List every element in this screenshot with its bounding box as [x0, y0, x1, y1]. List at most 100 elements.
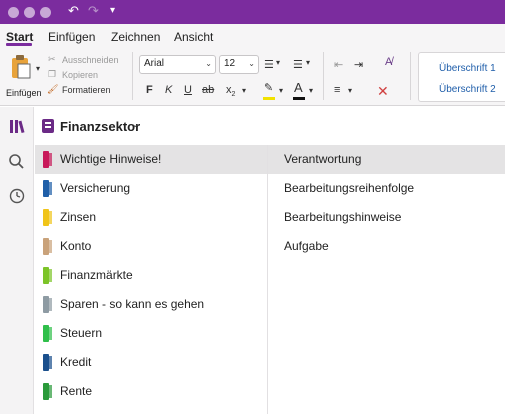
cut-button[interactable]: Ausschneiden	[62, 55, 119, 65]
section-item[interactable]: Versicherung	[35, 174, 267, 203]
copy-button[interactable]: Kopieren	[62, 70, 98, 80]
highlight-color-bar	[263, 97, 275, 100]
page-item[interactable]: Verantwortung	[268, 145, 505, 174]
decrease-indent-icon[interactable]: ⇤	[334, 58, 343, 71]
clipboard-icon	[12, 55, 31, 79]
zoom-window-button[interactable]	[40, 7, 51, 18]
section-color-tab	[43, 383, 52, 400]
active-tab-indicator	[6, 43, 32, 46]
title-bar: ↶ ↷ ▾	[0, 0, 505, 24]
font-size-select[interactable]: 12 ⌄	[219, 55, 259, 74]
font-color-dropdown-icon[interactable]: ▾	[309, 86, 313, 95]
section-color-tab	[43, 354, 52, 371]
notebook-icon	[42, 119, 54, 133]
style-heading-1[interactable]: Überschrift 1	[439, 63, 496, 74]
numbered-list-icon[interactable]: ☰	[293, 58, 303, 71]
section-item[interactable]: Sparen - so kann es gehen	[35, 290, 267, 319]
align-dropdown-icon[interactable]: ▾	[348, 86, 352, 95]
ribbon-divider	[132, 52, 133, 100]
ribbon-divider	[410, 52, 411, 100]
undo-icon[interactable]: ↶	[68, 3, 79, 19]
page-label: Bearbeitungsreihenfolge	[284, 181, 415, 195]
section-color-tab	[43, 180, 52, 197]
strikethrough-button[interactable]: ab	[202, 84, 214, 96]
section-item[interactable]: Wichtige Hinweise!	[35, 145, 267, 174]
italic-button[interactable]: K	[165, 84, 172, 96]
recent-notes-icon[interactable]	[7, 186, 27, 206]
format-painter-button[interactable]: Formatieren	[62, 85, 111, 95]
section-label: Konto	[60, 239, 92, 253]
page-label: Bearbeitungshinweise	[284, 210, 402, 224]
section-item[interactable]: Rente	[35, 377, 267, 406]
section-color-tab	[43, 325, 52, 342]
section-color-tab	[43, 209, 52, 226]
chevron-down-icon: ⌄	[205, 59, 212, 68]
page-item[interactable]: Bearbeitungsreihenfolge	[268, 174, 505, 203]
section-label: Versicherung	[60, 181, 131, 195]
page-label: Aufgabe	[284, 239, 329, 253]
section-item[interactable]: Kredit	[35, 348, 267, 377]
subscript-dropdown-icon[interactable]: ▾	[242, 86, 246, 95]
notebook-selector[interactable]: Finanzsektor ⌄	[35, 107, 505, 145]
section-color-tab	[43, 267, 52, 284]
increase-indent-icon[interactable]: ⇥	[354, 58, 363, 71]
page-item[interactable]: Aufgabe	[268, 232, 505, 261]
clear-formatting-icon[interactable]: A̸	[385, 56, 392, 68]
section-item[interactable]: Steuern	[35, 319, 267, 348]
minimize-window-button[interactable]	[24, 7, 35, 18]
section-color-tab	[43, 151, 52, 168]
section-color-tab	[43, 296, 52, 313]
tab-zeichnen[interactable]: Zeichnen	[111, 30, 160, 44]
tab-ansicht[interactable]: Ansicht	[174, 30, 213, 44]
style-heading-2[interactable]: Überschrift 2	[439, 84, 496, 95]
section-label: Zinsen	[60, 210, 97, 224]
navigation-rail	[0, 107, 34, 414]
section-item[interactable]: Finanzmärkte	[35, 261, 267, 290]
section-label: Wichtige Hinweise!	[60, 152, 162, 166]
section-label: Rente	[60, 384, 93, 398]
bullet-list-icon[interactable]: ☰	[264, 58, 274, 71]
search-icon[interactable]	[7, 152, 27, 172]
format-painter-icon: 🖌	[47, 84, 59, 94]
page-label: Verantwortung	[284, 152, 362, 166]
section-label: Steuern	[60, 326, 103, 340]
subscript-button[interactable]: x2	[226, 84, 235, 98]
delete-icon[interactable]: ✕	[377, 83, 389, 100]
section-item[interactable]: Zinsen	[35, 203, 267, 232]
tab-einfuegen[interactable]: Einfügen	[48, 30, 95, 44]
numbered-list-dropdown-icon[interactable]: ▾	[306, 58, 310, 67]
section-list: Wichtige Hinweise! Versicherung Zinsen K…	[35, 145, 267, 414]
section-label: Kredit	[60, 355, 92, 369]
underline-button[interactable]: U	[184, 84, 192, 96]
paste-button[interactable]: Einfügen	[4, 52, 44, 100]
notebooks-icon[interactable]	[7, 117, 27, 137]
highlighter-icon[interactable]: ✎	[264, 81, 273, 94]
redo-icon[interactable]: ↷	[88, 3, 99, 19]
quick-access-menu-icon[interactable]: ▾	[110, 3, 115, 19]
section-label: Sparen - so kann es gehen	[60, 297, 205, 311]
scissors-icon: ✂	[48, 54, 56, 64]
font-family-value: Arial	[144, 58, 165, 69]
font-family-select[interactable]: Arial ⌄	[139, 55, 216, 74]
ribbon-divider	[323, 52, 324, 100]
page-list: Verantwortung Bearbeitungsreihenfolge Be…	[267, 145, 505, 414]
close-window-button[interactable]	[8, 7, 19, 18]
styles-gallery[interactable]: Überschrift 1 Überschrift 2	[418, 52, 505, 102]
font-color-bar	[293, 97, 305, 100]
font-color-icon[interactable]: A	[294, 80, 303, 95]
tab-start[interactable]: Start	[6, 30, 33, 44]
align-icon[interactable]: ≡	[334, 84, 340, 96]
paste-label: Einfügen	[6, 88, 42, 98]
chevron-down-icon: ⌄	[248, 59, 255, 68]
paste-dropdown-caret[interactable]: ▾	[36, 64, 40, 73]
font-size-value: 12	[224, 58, 236, 69]
chevron-down-icon: ⌄	[131, 119, 140, 130]
section-color-tab	[43, 238, 52, 255]
section-item[interactable]: Konto	[35, 232, 267, 261]
ribbon-tabs: Start Einfügen Zeichnen Ansicht	[0, 24, 505, 48]
highlight-dropdown-icon[interactable]: ▾	[279, 86, 283, 95]
section-label: Finanzmärkte	[60, 268, 133, 282]
page-item[interactable]: Bearbeitungshinweise	[268, 203, 505, 232]
bold-button[interactable]: F	[146, 84, 153, 96]
bullet-list-dropdown-icon[interactable]: ▾	[276, 58, 280, 67]
